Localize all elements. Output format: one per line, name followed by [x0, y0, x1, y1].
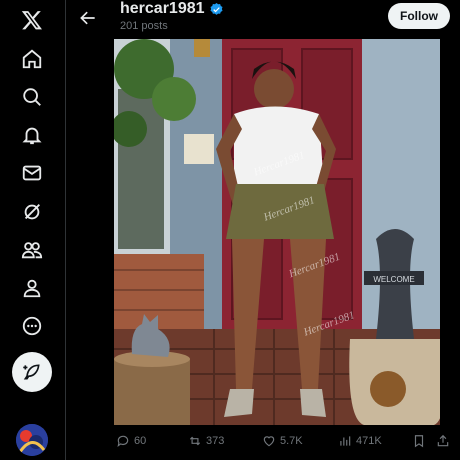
- title-row: hercar1981: [120, 0, 224, 18]
- views-count: 471K: [356, 435, 382, 447]
- avatar[interactable]: [16, 424, 48, 456]
- posts-count: 201 posts: [120, 20, 168, 32]
- share-button[interactable]: [436, 434, 450, 448]
- bookmark-button[interactable]: [412, 434, 426, 448]
- share-icon: [437, 434, 449, 447]
- verified-badge-icon: [210, 2, 223, 15]
- repost-button[interactable]: 373: [188, 434, 224, 448]
- bell-icon[interactable]: [16, 119, 48, 151]
- mail-icon[interactable]: [16, 157, 48, 189]
- feather-plus-icon: [23, 364, 40, 380]
- reply-icon: [117, 435, 129, 448]
- post-button[interactable]: [12, 352, 52, 392]
- welcome-sign-text: WELCOME: [373, 275, 414, 284]
- reply-count: 60: [134, 435, 147, 447]
- like-button[interactable]: 5.7K: [262, 434, 303, 448]
- left-nav-rail: [0, 0, 66, 460]
- repost-count: 373: [206, 435, 225, 447]
- post-header: hercar1981 201 posts Follow: [66, 0, 460, 40]
- views-button[interactable]: 471K: [338, 434, 382, 448]
- reply-button[interactable]: 60: [116, 434, 146, 448]
- more-circle-icon[interactable]: [16, 310, 48, 342]
- back-arrow-icon[interactable]: [78, 8, 98, 28]
- grok-icon[interactable]: [16, 196, 48, 228]
- views-chart-icon: [340, 436, 351, 446]
- search-icon[interactable]: [16, 81, 48, 113]
- home-icon[interactable]: [16, 43, 48, 75]
- post-action-bar: 60 373 5.7K 471K: [66, 430, 460, 454]
- follow-button[interactable]: Follow: [388, 3, 450, 29]
- x-logo-icon[interactable]: [16, 4, 48, 36]
- profile-username[interactable]: hercar1981: [120, 0, 205, 18]
- bookmark-icon: [414, 435, 424, 448]
- person-icon[interactable]: [16, 272, 48, 304]
- people-icon[interactable]: [16, 234, 48, 266]
- heart-icon: [263, 436, 275, 447]
- repost-icon: [189, 436, 201, 446]
- post-photo[interactable]: WELCOME Hercar1981 Hercar1981 Hercar1981…: [114, 39, 440, 425]
- like-count: 5.7K: [280, 435, 303, 447]
